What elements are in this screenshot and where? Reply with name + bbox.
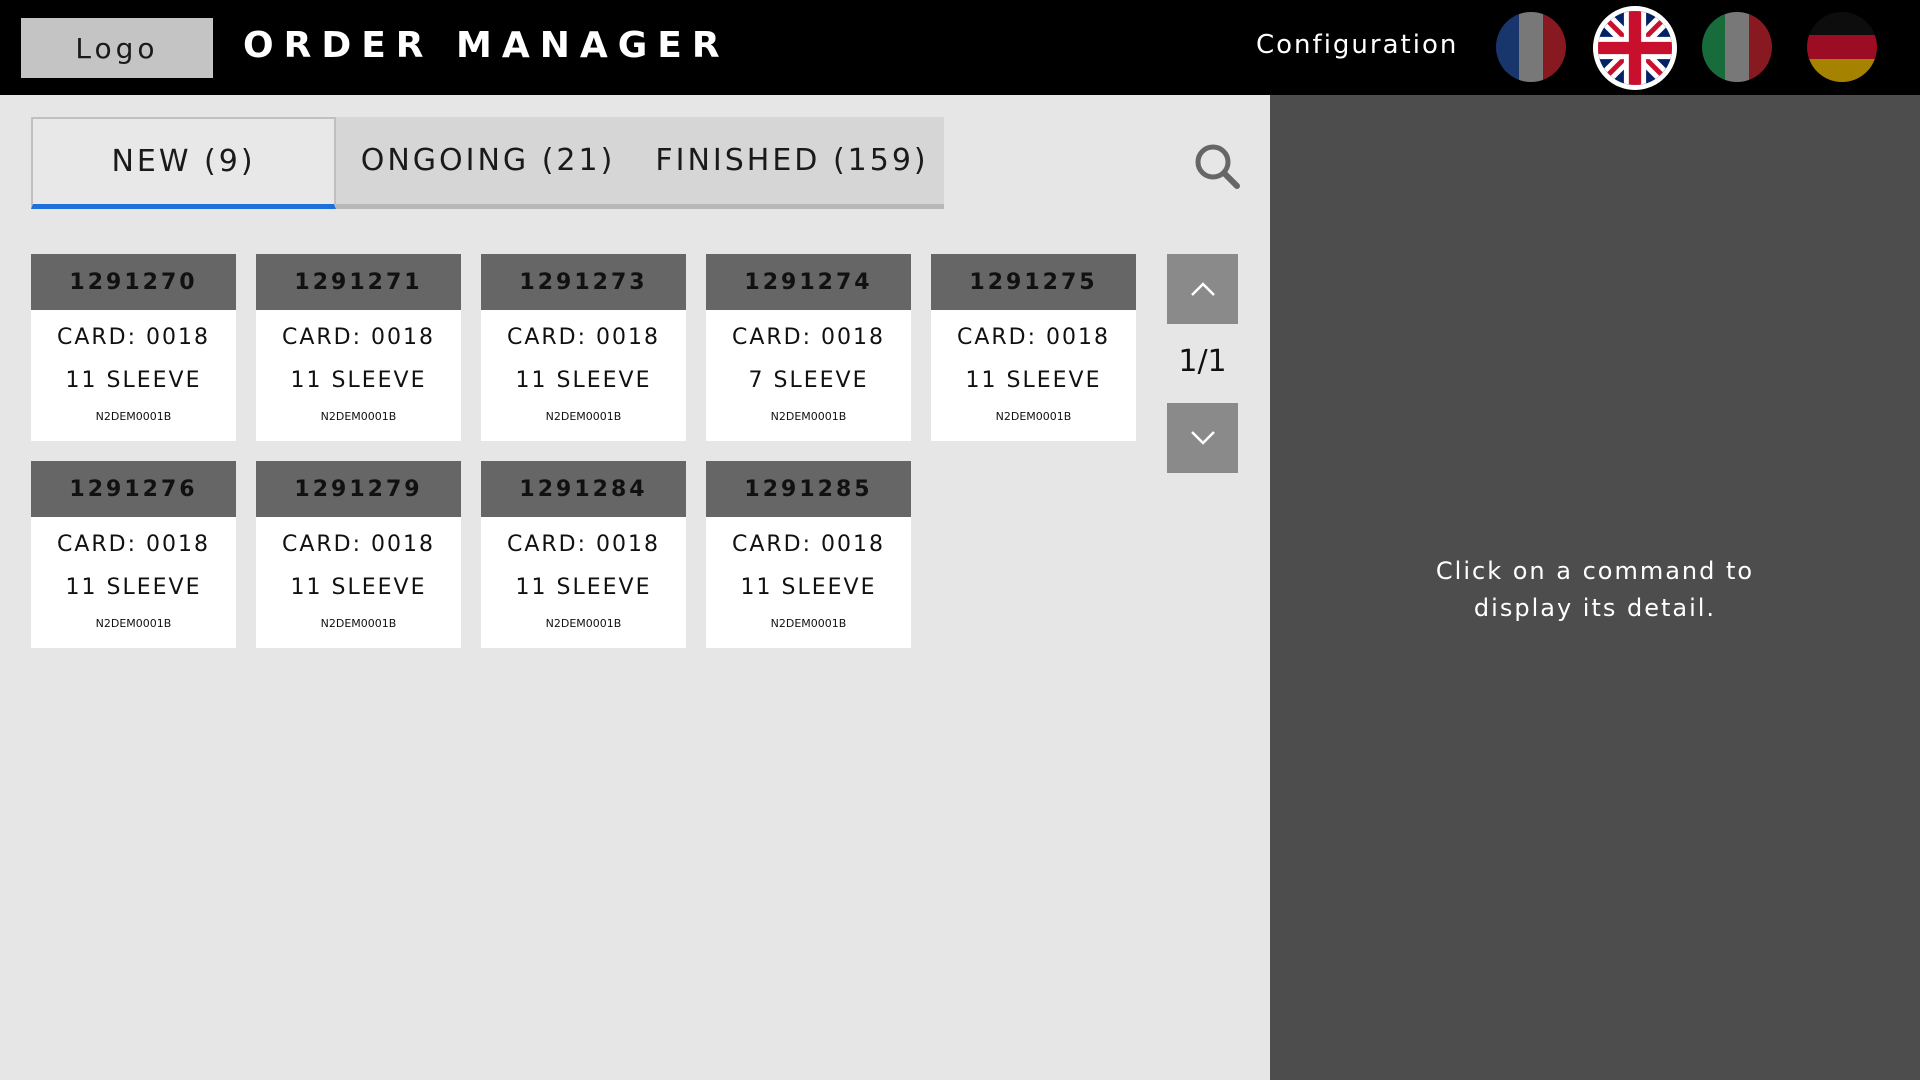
order-card-code: CARD: 0018 bbox=[506, 325, 661, 350]
order-sleeve: 11 SLEEVE bbox=[290, 368, 427, 393]
order-sleeve: 11 SLEEVE bbox=[515, 575, 652, 600]
app-title: ORDER MANAGER bbox=[243, 25, 730, 66]
order-reference: N2DEM0001B bbox=[95, 617, 172, 630]
order-sleeve: 11 SLEEVE bbox=[965, 368, 1102, 393]
order-sleeve: 7 SLEEVE bbox=[748, 368, 869, 393]
page-down-button[interactable] bbox=[1167, 403, 1238, 473]
order-card[interactable]: 1291274 CARD: 0018 7 SLEEVE N2DEM0001B bbox=[706, 254, 911, 441]
detail-hint-line1: Click on a command to bbox=[1435, 557, 1755, 585]
order-card-code: CARD: 0018 bbox=[731, 325, 886, 350]
order-reference: N2DEM0001B bbox=[545, 617, 622, 630]
order-number: 1291276 bbox=[31, 461, 236, 517]
order-card[interactable]: 1291275 CARD: 0018 11 SLEEVE N2DEM0001B bbox=[931, 254, 1136, 441]
france-flag-icon[interactable] bbox=[1496, 12, 1566, 82]
order-card[interactable]: 1291285 CARD: 0018 11 SLEEVE N2DEM0001B bbox=[706, 461, 911, 648]
order-card[interactable]: 1291270 CARD: 0018 11 SLEEVE N2DEM0001B bbox=[31, 254, 236, 441]
order-sleeve: 11 SLEEVE bbox=[740, 575, 877, 600]
order-number: 1291271 bbox=[256, 254, 461, 310]
status-tabs: NEW (9) ONGOING (21) FINISHED (159) bbox=[31, 117, 944, 209]
order-card-code: CARD: 0018 bbox=[506, 532, 661, 557]
configuration-link[interactable]: Configuration bbox=[1256, 30, 1458, 60]
order-sleeve: 11 SLEEVE bbox=[65, 368, 202, 393]
order-number: 1291270 bbox=[31, 254, 236, 310]
order-card-code: CARD: 0018 bbox=[281, 532, 436, 557]
tab-ongoing[interactable]: ONGOING (21) bbox=[336, 117, 640, 209]
order-card[interactable]: 1291279 CARD: 0018 11 SLEEVE N2DEM0001B bbox=[256, 461, 461, 648]
order-reference: N2DEM0001B bbox=[95, 410, 172, 423]
germany-flag-icon[interactable] bbox=[1807, 12, 1877, 82]
order-number: 1291275 bbox=[931, 254, 1136, 310]
page-indicator: 1/1 bbox=[1178, 344, 1227, 379]
order-reference: N2DEM0001B bbox=[770, 617, 847, 630]
order-reference: N2DEM0001B bbox=[320, 617, 397, 630]
detail-hint: Click on a command to display its detail… bbox=[1270, 553, 1920, 627]
top-bar: Logo ORDER MANAGER Configuration bbox=[0, 0, 1920, 95]
order-number: 1291284 bbox=[481, 461, 686, 517]
uk-flag-icon[interactable] bbox=[1593, 6, 1677, 90]
page-up-button[interactable] bbox=[1167, 254, 1238, 324]
order-number: 1291279 bbox=[256, 461, 461, 517]
detail-hint-line2: display its detail. bbox=[1473, 594, 1717, 622]
order-number: 1291273 bbox=[481, 254, 686, 310]
orders-panel: NEW (9) ONGOING (21) FINISHED (159) 1291… bbox=[0, 95, 1270, 1080]
detail-panel: Click on a command to display its detail… bbox=[1270, 95, 1920, 1080]
tab-new[interactable]: NEW (9) bbox=[31, 117, 336, 209]
italy-flag-icon[interactable] bbox=[1702, 12, 1772, 82]
order-card-code: CARD: 0018 bbox=[281, 325, 436, 350]
order-sleeve: 11 SLEEVE bbox=[515, 368, 652, 393]
tab-finished[interactable]: FINISHED (159) bbox=[640, 117, 944, 209]
order-card[interactable]: 1291271 CARD: 0018 11 SLEEVE N2DEM0001B bbox=[256, 254, 461, 441]
order-card-code: CARD: 0018 bbox=[56, 532, 211, 557]
order-reference: N2DEM0001B bbox=[770, 410, 847, 423]
order-reference: N2DEM0001B bbox=[320, 410, 397, 423]
order-sleeve: 11 SLEEVE bbox=[290, 575, 427, 600]
order-reference: N2DEM0001B bbox=[545, 410, 622, 423]
search-icon[interactable] bbox=[1193, 142, 1241, 190]
order-number: 1291274 bbox=[706, 254, 911, 310]
order-card[interactable]: 1291273 CARD: 0018 11 SLEEVE N2DEM0001B bbox=[481, 254, 686, 441]
order-sleeve: 11 SLEEVE bbox=[65, 575, 202, 600]
order-reference: N2DEM0001B bbox=[995, 410, 1072, 423]
order-card-code: CARD: 0018 bbox=[731, 532, 886, 557]
order-card-code: CARD: 0018 bbox=[956, 325, 1111, 350]
order-card-code: CARD: 0018 bbox=[56, 325, 211, 350]
chevron-down-icon bbox=[1190, 431, 1215, 445]
logo: Logo bbox=[21, 18, 213, 78]
chevron-up-icon bbox=[1190, 282, 1215, 296]
order-card[interactable]: 1291284 CARD: 0018 11 SLEEVE N2DEM0001B bbox=[481, 461, 686, 648]
order-number: 1291285 bbox=[706, 461, 911, 517]
order-card[interactable]: 1291276 CARD: 0018 11 SLEEVE N2DEM0001B bbox=[31, 461, 236, 648]
